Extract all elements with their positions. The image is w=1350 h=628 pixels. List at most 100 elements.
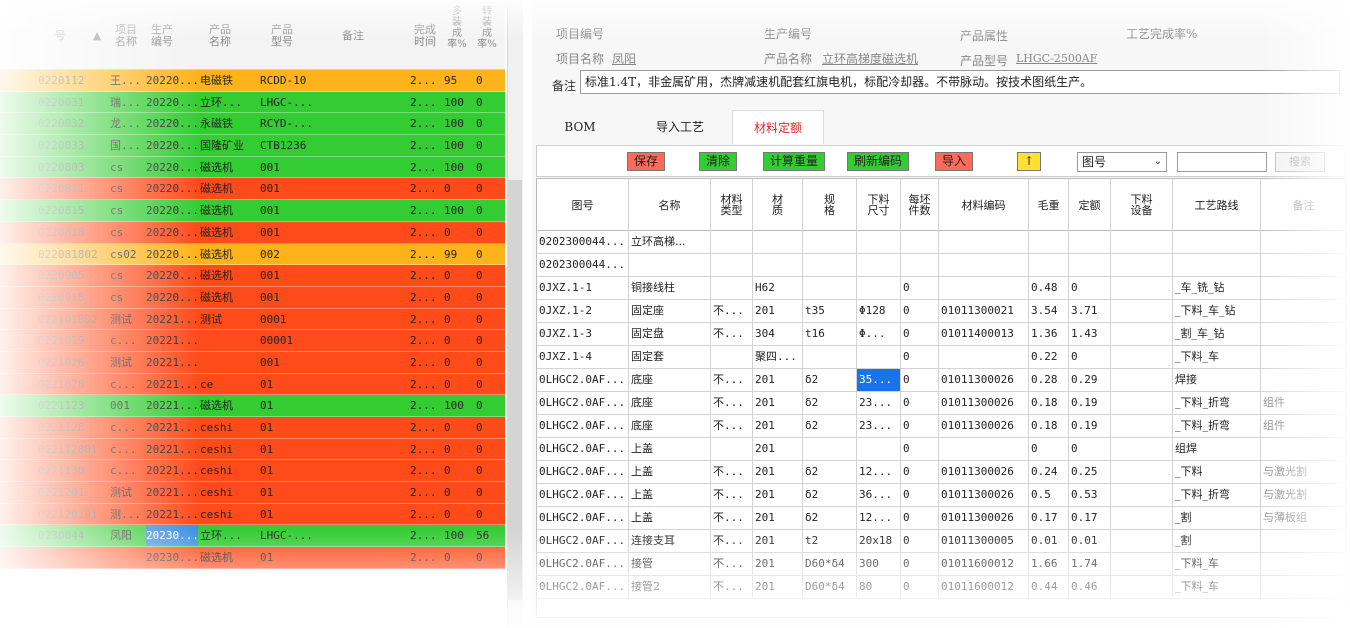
- grid-cell[interactable]: 01011300026: [939, 415, 1029, 437]
- tab-material-quota[interactable]: 材料定额: [732, 110, 824, 144]
- grid-cell[interactable]: [857, 438, 901, 460]
- grid-row[interactable]: 0LHGC2.0AF... 上盖 不... 201 δ2 12... 0 0101130002…: [537, 507, 1345, 530]
- grid-cell[interactable]: 0.53: [1069, 484, 1111, 506]
- grid-cell[interactable]: _下料_车: [1173, 346, 1261, 368]
- list-row[interactable]: 20230... 磁选机 01 2... 0 0: [0, 547, 505, 569]
- grid-cell[interactable]: 1.43: [1069, 323, 1111, 345]
- grid-row[interactable]: 0LHGC2.0AF... 接管2 不... 201 D60*δ4 80 0 01011600…: [537, 576, 1345, 599]
- grid-cell[interactable]: 不...: [711, 415, 753, 437]
- grid-col-header[interactable]: 下料 尺寸: [857, 179, 901, 231]
- grid-cell[interactable]: [1111, 461, 1173, 483]
- grid-cell[interactable]: [1111, 530, 1173, 552]
- grid-cell[interactable]: 底座: [629, 369, 711, 391]
- grid-cell[interactable]: 不...: [711, 507, 753, 529]
- grid-cell[interactable]: 36...: [857, 484, 901, 506]
- list-row[interactable]: 0221019 c... 20221... 00001 2... 0 0: [0, 330, 505, 352]
- grid-cell[interactable]: 0LHGC2.0AF...: [537, 415, 629, 437]
- grid-cell[interactable]: 不...: [711, 553, 753, 575]
- grid-cell[interactable]: [1173, 231, 1261, 253]
- grid-cell[interactable]: [1111, 323, 1173, 345]
- grid-cell[interactable]: [1261, 231, 1345, 253]
- grid-cell[interactable]: [1173, 254, 1261, 276]
- grid-row[interactable]: 0LHGC2.0AF... 底座 不... 201 δ2 23... 0 0101130002…: [537, 415, 1345, 438]
- grid-cell[interactable]: _割: [1173, 507, 1261, 529]
- grid-row[interactable]: 0LHGC2.0AF... 接管 不... 201 D60*δ4 300 0 01011600…: [537, 553, 1345, 576]
- grid-cell[interactable]: [1261, 553, 1345, 575]
- grid-cell[interactable]: 组件: [1261, 392, 1345, 414]
- grid-cell[interactable]: 固定套: [629, 346, 711, 368]
- clear-button[interactable]: 清除: [699, 152, 738, 171]
- list-row[interactable]: 0220112 王... 20220... 电磁铁 RCDD-10 2... 95 0: [0, 70, 505, 92]
- col-header-rate1[interactable]: 多 装 成 率%: [446, 6, 468, 50]
- grid-cell[interactable]: 不...: [711, 369, 753, 391]
- grid-row[interactable]: 0202300044... 立环高梯...: [537, 231, 1345, 254]
- grid-col-header[interactable]: 材料 类型: [711, 179, 753, 231]
- grid-cell[interactable]: 0JXZ.1-4: [537, 346, 629, 368]
- grid-col-header[interactable]: 工艺路线: [1173, 179, 1261, 231]
- grid-cell[interactable]: _下料_折弯: [1173, 484, 1261, 506]
- grid-cell[interactable]: 0.17: [1029, 507, 1069, 529]
- grid-cell[interactable]: δ2: [803, 392, 857, 414]
- grid-cell[interactable]: [901, 231, 939, 253]
- grid-cell[interactable]: 201: [753, 576, 803, 598]
- grid-cell[interactable]: [629, 254, 711, 276]
- grid-cell[interactable]: [1261, 300, 1345, 322]
- refresh-code-button[interactable]: 刷新编码: [847, 152, 910, 171]
- grid-col-header[interactable]: 规 格: [803, 179, 857, 231]
- grid-cell[interactable]: 0: [901, 277, 939, 299]
- list-scrollbar-thumb[interactable]: [508, 180, 522, 600]
- grid-cell[interactable]: 0.44: [1029, 576, 1069, 598]
- grid-cell[interactable]: 0202300044...: [537, 231, 629, 253]
- grid-cell[interactable]: [711, 277, 753, 299]
- grid-cell[interactable]: _下料_折弯: [1173, 415, 1261, 437]
- grid-row[interactable]: 0LHGC2.0AF... 上盖 不... 201 δ2 12... 0 0101130002…: [537, 461, 1345, 484]
- grid-cell[interactable]: 0: [901, 507, 939, 529]
- grid-cell[interactable]: [939, 277, 1029, 299]
- grid-cell[interactable]: 201: [753, 438, 803, 460]
- tab-import-process[interactable]: 导入工艺: [632, 110, 728, 144]
- grid-col-header[interactable]: 材料编码: [939, 179, 1029, 231]
- grid-col-header[interactable]: 图号: [537, 179, 629, 231]
- col-header-rate2[interactable]: 转 装 成 率%: [476, 6, 498, 50]
- grid-cell[interactable]: 不...: [711, 392, 753, 414]
- grid-cell[interactable]: 组件: [1261, 415, 1345, 437]
- grid-row[interactable]: 0202300044...: [537, 254, 1345, 277]
- grid-cell[interactable]: 0LHGC2.0AF...: [537, 576, 629, 598]
- list-row[interactable]: 022120101 测... 20221... ceshi 01 2... 0 0: [0, 503, 505, 526]
- grid-cell[interactable]: [939, 438, 1029, 460]
- tab-bom[interactable]: BOM: [536, 110, 624, 144]
- grid-cell[interactable]: 0.18: [1029, 415, 1069, 437]
- grid-cell[interactable]: 0202300044...: [537, 254, 629, 276]
- col-header-code[interactable]: 号: [40, 30, 80, 42]
- grid-cell[interactable]: 01011300026: [939, 507, 1029, 529]
- grid-cell[interactable]: [1111, 231, 1173, 253]
- grid-cell[interactable]: 0: [901, 461, 939, 483]
- grid-cell[interactable]: [1111, 438, 1173, 460]
- grid-row[interactable]: 0LHGC2.0AF... 底座 不... 201 δ2 35... 0 0101130002…: [537, 369, 1345, 392]
- grid-cell[interactable]: 0: [1029, 438, 1069, 460]
- grid-cell[interactable]: 0LHGC2.0AF...: [537, 507, 629, 529]
- grid-cell[interactable]: [1261, 277, 1345, 299]
- grid-cell[interactable]: 0JXZ.1-2: [537, 300, 629, 322]
- grid-cell[interactable]: D60*δ4: [803, 553, 857, 575]
- grid-cell[interactable]: 0: [901, 415, 939, 437]
- grid-cell[interactable]: 铜接线柱: [629, 277, 711, 299]
- grid-cell[interactable]: 0: [901, 392, 939, 414]
- grid-row[interactable]: 0JXZ.1-2 固定座 不... 201 t35 Φ128 0 01011300021 3.5…: [537, 300, 1345, 323]
- grid-cell[interactable]: 组焊: [1173, 438, 1261, 460]
- grid-cell[interactable]: 0.17: [1069, 507, 1111, 529]
- grid-cell[interactable]: 底座: [629, 415, 711, 437]
- grid-cell[interactable]: [1261, 323, 1345, 345]
- grid-cell[interactable]: 上盖: [629, 507, 711, 529]
- grid-cell[interactable]: 01011600012: [939, 553, 1029, 575]
- grid-cell[interactable]: 不...: [711, 484, 753, 506]
- list-row[interactable]: 022101802 测试 20221... 测试 0001 2... 0 0: [0, 308, 505, 331]
- grid-col-header[interactable]: 下料 设备: [1111, 179, 1173, 231]
- grid-cell[interactable]: [857, 346, 901, 368]
- move-up-button[interactable]: ↑: [1017, 152, 1042, 171]
- grid-cell[interactable]: [939, 231, 1029, 253]
- grid-cell[interactable]: 0: [901, 300, 939, 322]
- grid-cell[interactable]: 0.01: [1029, 530, 1069, 552]
- import-button[interactable]: 导入: [935, 152, 974, 171]
- grid-cell[interactable]: 0.48: [1029, 277, 1069, 299]
